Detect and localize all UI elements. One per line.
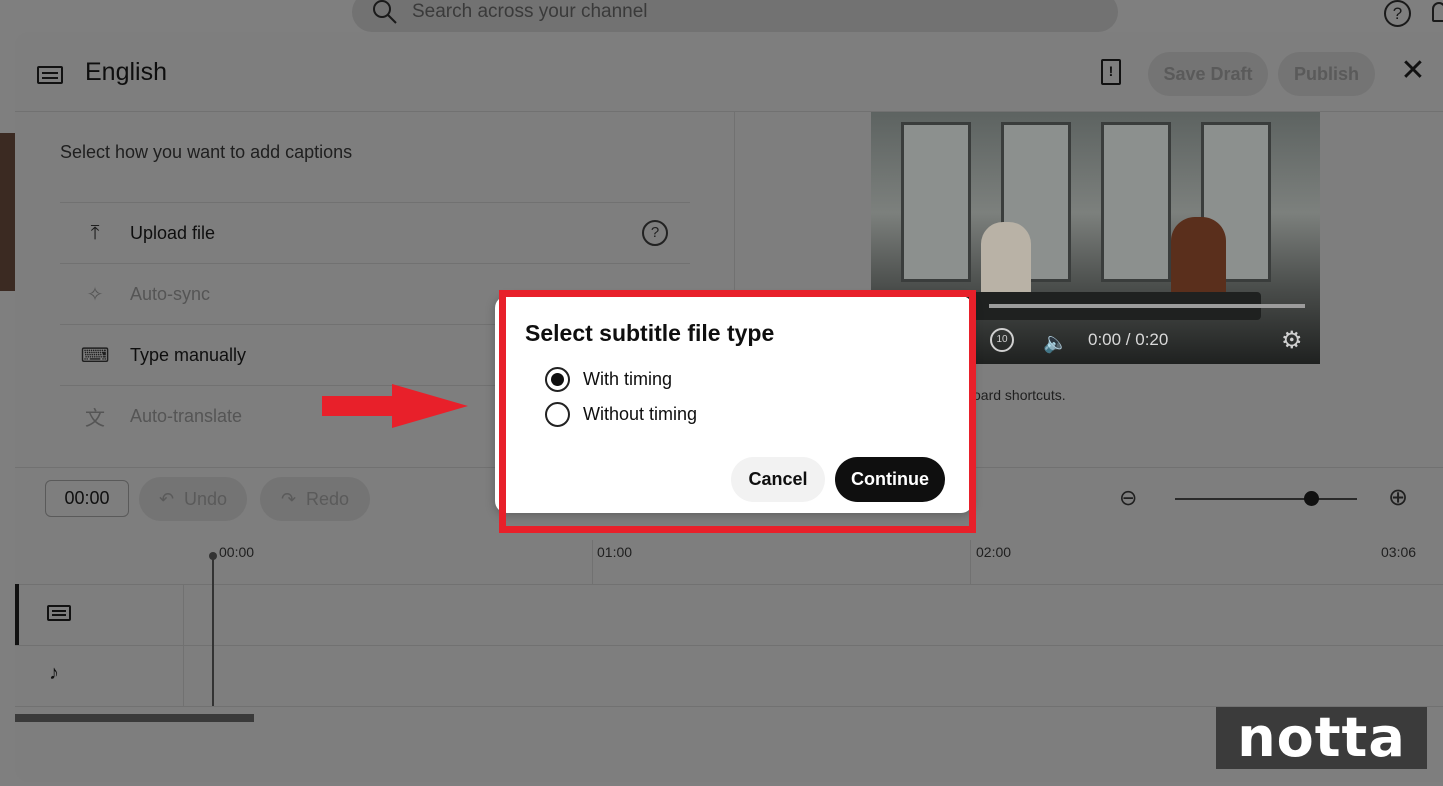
captions-heading: Select how you want to add captions [60,142,353,162]
search-icon [373,0,397,24]
zoom-out-icon[interactable]: ⊖ [1119,485,1137,511]
option-label: Auto-translate [130,405,243,426]
keyboard-icon: ⌨ [80,344,110,367]
upload-icon: ⤒ [90,221,100,244]
option-upload-file[interactable]: ⤒ Upload file ? [60,202,690,263]
track-divider [183,584,184,706]
editor-title: English [85,58,167,86]
studio-topbar: Search across your channel ? [0,0,1443,32]
volume-icon[interactable]: 🔈 [1043,330,1068,355]
video-frame-window [901,122,971,282]
video-progress-bar[interactable] [989,304,1305,308]
background-video-thumbnail [0,133,15,291]
undo-icon: ↶ [158,488,175,509]
redo-button[interactable]: ↷ Redo [260,477,370,521]
search-placeholder: Search across your channel [412,1,648,22]
subtitles-icon [37,66,63,84]
zoom-slider-handle[interactable] [1304,491,1319,506]
subtitles-icon [47,605,71,621]
undo-label: Undo [184,488,228,509]
timeline-tick: 02:00 [976,544,1012,560]
option-label: Upload file [130,222,216,243]
option-label: Auto-sync [130,283,211,304]
timeline-tick: 03:06 [1381,544,1417,560]
save-draft-button[interactable]: Save Draft [1148,52,1268,96]
publish-button[interactable]: Publish [1278,52,1375,96]
video-person [981,222,1031,302]
audio-track[interactable] [15,645,1443,707]
track-selection-indicator [15,584,19,645]
replay-10-icon[interactable]: 10 [990,328,1014,352]
feedback-icon[interactable]: ! [1101,59,1121,85]
video-time: 0:00 / 0:20 [1088,330,1169,349]
subtitle-track[interactable] [15,584,1443,646]
keyboard-shortcuts-text: oard shortcuts. [973,387,1066,403]
undo-button[interactable]: ↶ Undo [139,477,247,521]
sparkle-icon: ✧ [86,283,104,306]
horizontal-scrollbar[interactable] [15,714,254,722]
help-circle-icon[interactable]: ? [642,220,668,246]
help-circle-icon[interactable]: ? [1384,0,1411,27]
bell-icon[interactable] [1432,2,1443,22]
notta-watermark: notta [1216,707,1427,769]
video-frame-window [1101,122,1171,282]
gear-icon[interactable]: ⚙ [1281,326,1303,355]
translate-icon: 文 [85,407,105,430]
redo-icon: ↷ [280,488,297,509]
annotation-arrow-icon [322,384,468,428]
redo-label: Redo [306,488,350,509]
highlight-box [499,290,976,533]
timeline-tick: 00:00 [219,544,255,560]
timeline-tick-line [592,540,593,584]
option-label: Type manually [130,344,247,365]
timeline-tick-line [970,540,971,584]
zoom-in-icon[interactable]: ⊕ [1388,483,1408,512]
music-note-icon: ♪ [49,662,59,684]
zoom-slider[interactable] [1175,498,1357,500]
close-icon[interactable]: ✕ [1399,56,1427,86]
current-time-field[interactable]: 00:00 [45,480,129,517]
timeline-tick: 01:00 [597,544,633,560]
playhead[interactable] [212,554,214,706]
editor-header: English ! Save Draft Publish ✕ [15,32,1443,112]
search-input[interactable]: Search across your channel [352,0,1118,32]
